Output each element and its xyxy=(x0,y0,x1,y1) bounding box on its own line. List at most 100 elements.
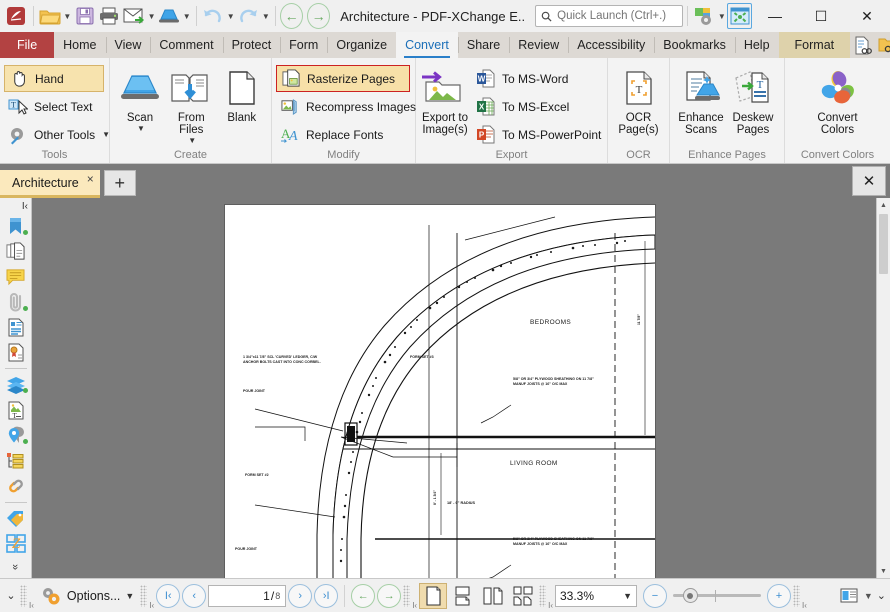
close-document-button[interactable]: ✕ xyxy=(852,166,886,196)
tab-file[interactable]: File xyxy=(0,32,54,58)
pdf-page-canvas[interactable]: BEDROOMS LIVING ROOM 1 3/4"x11 7/8" SCL … xyxy=(224,204,656,578)
sidebar-item-fields[interactable] xyxy=(2,448,30,473)
toolbar-grip[interactable] xyxy=(20,585,27,607)
toolbar-grip-3[interactable] xyxy=(403,585,410,607)
minimize-button[interactable]: — xyxy=(752,0,798,32)
zoom-level-select[interactable]: 33.3% ▼ xyxy=(555,585,637,607)
tab-bookmarks[interactable]: Bookmarks xyxy=(654,32,735,58)
enhance-scans-button[interactable]: Enhance Scans xyxy=(675,61,727,136)
toolbar-grip-4[interactable] xyxy=(539,585,546,607)
tab-form[interactable]: Form xyxy=(280,32,327,58)
zoom-in-button[interactable]: + xyxy=(767,584,791,608)
select-text-button[interactable]: T Select Text xyxy=(4,93,104,120)
two-page-continuous-view-button[interactable] xyxy=(509,583,537,609)
print-icon[interactable] xyxy=(97,3,122,29)
email-dropdown-caret-icon[interactable]: ▼ xyxy=(146,3,157,29)
view-back-button[interactable]: ← xyxy=(351,584,375,608)
recompress-images-button[interactable]: Recompress Images xyxy=(276,93,410,120)
maximize-button[interactable]: ☐ xyxy=(798,0,844,32)
resize-grip-icon[interactable]: ⌄ xyxy=(877,589,886,602)
other-tools-button[interactable]: Other Tools ▼ xyxy=(4,121,104,148)
tab-share[interactable]: Share xyxy=(458,32,509,58)
sidebar-item-attachments[interactable] xyxy=(2,289,30,314)
zoom-slider[interactable] xyxy=(669,585,765,607)
single-page-view-button[interactable] xyxy=(419,583,447,609)
ocr-pages-button[interactable]: T OCR Page(s) xyxy=(613,61,664,136)
chevron-down-icon[interactable]: ▼ xyxy=(137,124,145,133)
convert-colors-button[interactable]: Convert Colors xyxy=(803,61,873,136)
last-page-button[interactable]: ›I xyxy=(314,584,338,608)
chevron-down-icon[interactable]: ▼ xyxy=(864,591,873,601)
previous-page-button[interactable]: ‹ xyxy=(182,584,206,608)
email-icon[interactable] xyxy=(122,3,147,29)
quick-launch-field[interactable] xyxy=(557,10,677,22)
settings-gear-icon[interactable] xyxy=(692,3,717,29)
replace-fonts-button[interactable]: AA Replace Fonts xyxy=(276,121,410,148)
tab-home[interactable]: Home xyxy=(54,32,105,58)
tab-review[interactable]: Review xyxy=(509,32,568,58)
undo-icon[interactable] xyxy=(201,3,226,29)
sidebar-item-ocr-results[interactable]: T xyxy=(2,397,30,422)
scroll-up-arrow-icon[interactable]: ▲ xyxy=(877,198,890,212)
continuous-view-button[interactable] xyxy=(449,583,477,609)
scroll-down-arrow-icon[interactable]: ▼ xyxy=(877,564,890,578)
close-icon[interactable]: × xyxy=(87,172,94,186)
page-number-input[interactable]: 1 / 8 xyxy=(208,585,286,607)
open-folder-icon[interactable] xyxy=(37,3,62,29)
tab-convert[interactable]: Convert xyxy=(396,32,458,58)
sidebar-item-content[interactable] xyxy=(2,315,30,340)
nav-forward-button[interactable]: → xyxy=(307,3,330,29)
chevron-down-icon[interactable]: ▼ xyxy=(188,136,196,145)
redo-icon[interactable] xyxy=(236,3,261,29)
rasterize-pages-button[interactable]: Rasterize Pages xyxy=(276,65,410,92)
tab-protect[interactable]: Protect xyxy=(223,32,281,58)
sidebar-expand-button[interactable]: » xyxy=(0,556,31,578)
app-logo-icon[interactable] xyxy=(4,3,29,29)
options-button[interactable]: Options... ▼ xyxy=(36,586,138,606)
find-folder-icon[interactable] xyxy=(876,33,890,57)
zoom-slider-handle[interactable] xyxy=(683,588,698,603)
from-files-button[interactable]: From Files ▼ xyxy=(167,61,216,145)
sidebar-item-page-numbering[interactable]: Z xyxy=(2,531,30,556)
scan-button[interactable]: Scan ▼ xyxy=(115,61,165,133)
tab-accessibility[interactable]: Accessibility xyxy=(568,32,654,58)
collapse-panel-button[interactable]: I‹ xyxy=(0,200,31,214)
tab-format-contextual[interactable]: Format xyxy=(779,32,851,58)
sidebar-item-tags[interactable] xyxy=(2,505,30,530)
statusbar-overflow-button[interactable]: ⌄ xyxy=(4,589,18,602)
hand-tool-button[interactable]: Hand xyxy=(4,65,104,92)
sidebar-item-links[interactable] xyxy=(2,473,30,498)
sidebar-item-pages[interactable] xyxy=(2,239,30,264)
sidebar-item-comments[interactable] xyxy=(2,264,30,289)
document-viewport[interactable]: BEDROOMS LIVING ROOM 1 3/4"x11 7/8" SCL … xyxy=(32,198,890,578)
to-ms-word-button[interactable]: W To MS-Word xyxy=(472,65,607,92)
save-icon[interactable] xyxy=(73,3,98,29)
settings-dropdown-caret-icon[interactable]: ▼ xyxy=(717,3,728,29)
tab-view[interactable]: View xyxy=(106,32,151,58)
quick-launch-input[interactable] xyxy=(535,5,683,27)
tab-organize[interactable]: Organize xyxy=(327,32,396,58)
scan-icon[interactable] xyxy=(157,3,182,29)
undo-dropdown-caret-icon[interactable]: ▼ xyxy=(226,3,237,29)
to-ms-excel-button[interactable]: X To MS-Excel xyxy=(472,93,607,120)
first-page-button[interactable]: I‹ xyxy=(156,584,180,608)
page-layout-icon[interactable] xyxy=(836,585,862,607)
toolbar-grip-2[interactable] xyxy=(140,585,147,607)
vertical-scrollbar[interactable]: ▲ ▼ xyxy=(876,198,890,578)
close-button[interactable]: ✕ xyxy=(844,0,890,32)
to-ms-powerpoint-button[interactable]: P To MS-PowerPoint xyxy=(472,121,607,148)
two-page-view-button[interactable] xyxy=(479,583,507,609)
nav-back-button[interactable]: ← xyxy=(280,3,303,29)
chevron-down-icon[interactable]: ▼ xyxy=(102,130,110,139)
zoom-out-button[interactable]: − xyxy=(643,584,667,608)
tab-help[interactable]: Help xyxy=(735,32,779,58)
sidebar-item-bookmarks[interactable] xyxy=(2,214,30,239)
scan-dropdown-caret-icon[interactable]: ▼ xyxy=(182,3,193,29)
tab-comment[interactable]: Comment xyxy=(150,32,222,58)
fullscreen-icon[interactable] xyxy=(727,3,752,29)
export-to-images-button[interactable]: Export to Image(s) xyxy=(418,61,472,136)
blank-page-button[interactable]: Blank xyxy=(218,61,267,124)
next-page-button[interactable]: › xyxy=(288,584,312,608)
view-forward-button[interactable]: → xyxy=(377,584,401,608)
sidebar-item-destinations[interactable] xyxy=(2,423,30,448)
